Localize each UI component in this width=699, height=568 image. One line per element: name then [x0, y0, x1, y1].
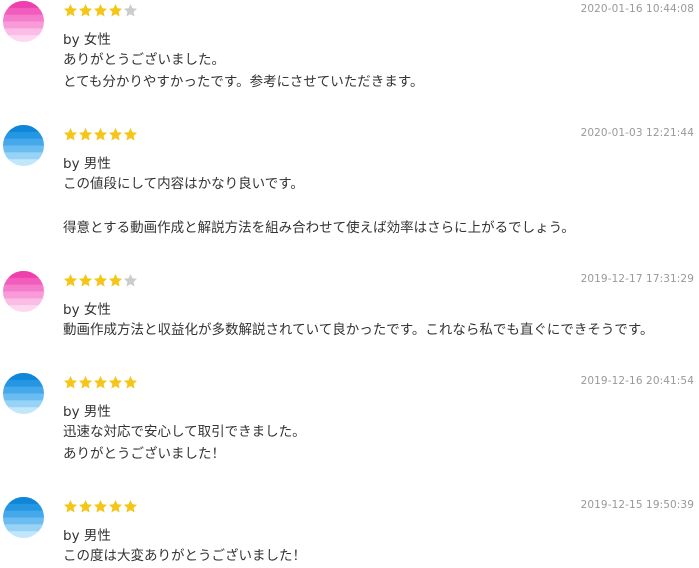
comment-line [63, 195, 693, 217]
star-filled-icon [63, 499, 78, 514]
star-rating [63, 375, 138, 393]
star-rating [63, 273, 138, 291]
review-comment: 動画作成方法と収益化が多数解説されていて良かったです。これなら私でも直ぐにできそ… [63, 319, 693, 341]
review-list: 2020-01-16 10:44:08 by 女性 ありがとうございました。 とても分… [0, 0, 699, 568]
star-filled-icon [123, 127, 138, 142]
star-filled-icon [108, 273, 123, 288]
comment-line: この値段にして内容はかなり良いです。 [63, 176, 304, 192]
male-avatar-icon [3, 497, 44, 538]
comment-line: ありがとうございました！ [63, 446, 225, 462]
star-filled-icon [108, 499, 123, 514]
comment-line: ありがとうございました。 [63, 52, 225, 68]
review-date: 2019-12-16 20:41:54 [580, 375, 694, 387]
star-empty-icon [123, 273, 138, 288]
female-avatar-icon [3, 1, 44, 42]
star-empty-icon [123, 3, 138, 18]
male-avatar-icon [3, 125, 44, 166]
star-rating [63, 127, 138, 145]
review-date: 2020-01-03 12:21:44 [580, 127, 694, 139]
star-filled-icon [123, 375, 138, 390]
star-filled-icon [93, 127, 108, 142]
review-comment: この度は大変ありがとうございました！ [63, 545, 693, 567]
comment-line: この度は大変ありがとうございました！ [63, 548, 306, 564]
star-filled-icon [63, 273, 78, 288]
review-date: 2019-12-17 17:31:29 [580, 273, 694, 285]
star-filled-icon [93, 273, 108, 288]
star-filled-icon [123, 499, 138, 514]
review-comment: 迅速な対応で安心して取引できました。 ありがとうございました！ [63, 421, 693, 465]
star-filled-icon [78, 375, 93, 390]
male-avatar-icon [3, 373, 44, 414]
star-filled-icon [78, 499, 93, 514]
star-filled-icon [108, 3, 123, 18]
star-filled-icon [63, 3, 78, 18]
star-filled-icon [63, 127, 78, 142]
reviewer-gender: by 男性 [63, 528, 111, 544]
star-filled-icon [93, 3, 108, 18]
star-rating [63, 499, 138, 517]
star-filled-icon [78, 273, 93, 288]
female-avatar-icon [3, 271, 44, 312]
star-rating [63, 3, 138, 21]
comment-line: とても分かりやすかったです。参考にさせていただきます。 [63, 74, 424, 90]
comment-line: 得意とする動画作成と解説方法を組み合わせて使えば効率はさらに上がるでしょう。 [63, 220, 575, 236]
reviewer-gender: by 女性 [63, 32, 111, 48]
review-comment: ありがとうございました。とても分かりやすかったです。参考にさせていただきます。 [63, 49, 693, 93]
comment-line: 動画作成方法と収益化が多数解説されていて良かったです。これなら私でも直ぐにできそ… [63, 322, 654, 338]
star-filled-icon [93, 375, 108, 390]
star-filled-icon [108, 127, 123, 142]
reviewer-gender: by 男性 [63, 156, 111, 172]
star-filled-icon [108, 375, 123, 390]
star-filled-icon [78, 127, 93, 142]
reviewer-gender: by 男性 [63, 404, 111, 420]
review-comment: この値段にして内容はかなり良いです。得意とする動画作成と解説方法を組み合わせて使… [63, 173, 693, 239]
review-date: 2020-01-16 10:44:08 [580, 3, 694, 15]
star-filled-icon [78, 3, 93, 18]
review-date: 2019-12-15 19:50:39 [580, 499, 694, 511]
star-filled-icon [63, 375, 78, 390]
comment-line: 迅速な対応で安心して取引できました。 [63, 424, 306, 440]
star-filled-icon [93, 499, 108, 514]
reviewer-gender: by 女性 [63, 302, 111, 318]
